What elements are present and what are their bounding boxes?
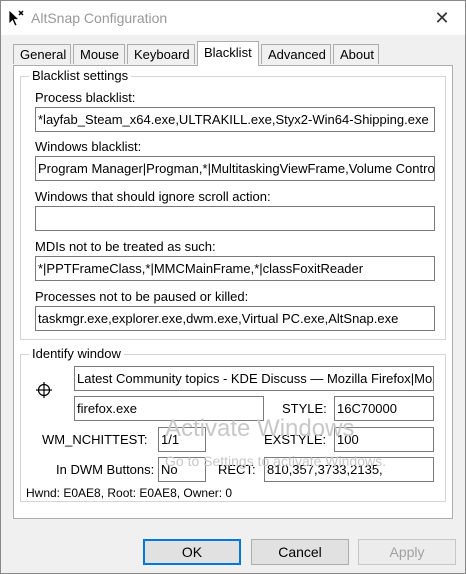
blacklist-page: Blacklist settings Process blacklist: *l…	[13, 65, 453, 519]
tab-mouse[interactable]: Mouse	[73, 44, 125, 64]
blacklist-settings-legend: Blacklist settings	[29, 68, 132, 83]
windows-blacklist-field[interactable]: Program Manager|Progman,*|MultitaskingVi…	[35, 156, 435, 181]
tab-about[interactable]: About	[333, 44, 379, 64]
tab-blacklist[interactable]: Blacklist	[197, 41, 259, 66]
nchittest-label: WM_NCHITTEST:	[42, 432, 148, 447]
title-bar[interactable]: AltSnap Configuration ✕	[1, 1, 465, 35]
cursor-icon	[7, 9, 25, 27]
hwnd-info: Hwnd: E0AE8, Root: E0AE8, Owner: 0	[26, 486, 233, 500]
ok-button[interactable]: OK	[143, 539, 241, 565]
window-title: AltSnap Configuration	[31, 10, 168, 26]
process-blacklist-label: Process blacklist:	[35, 90, 136, 105]
no-pause-label: Processes not to be paused or killed:	[35, 289, 249, 304]
activation-watermark-title: Activate Windows	[165, 415, 355, 442]
apply-button[interactable]: Apply	[358, 539, 456, 565]
tab-general[interactable]: General	[13, 44, 71, 64]
mdi-label: MDIs not to be treated as such:	[35, 239, 216, 254]
tab-keyboard[interactable]: Keyboard	[127, 44, 195, 64]
identify-window-legend: Identify window	[29, 346, 124, 361]
mdi-field[interactable]: *|PPTFrameClass,*|MMCMainFrame,*|classFo…	[35, 256, 435, 281]
window-title-field[interactable]: Latest Community topics - KDE Discuss — …	[74, 366, 434, 391]
windows-blacklist-label: Windows blacklist:	[35, 139, 142, 154]
app-window: AltSnap Configuration ✕ General Mouse Ke…	[0, 0, 466, 574]
scroll-ignore-field[interactable]	[35, 206, 435, 231]
blacklist-settings-group: Blacklist settings Process blacklist: *l…	[20, 68, 446, 340]
close-icon[interactable]: ✕	[419, 1, 465, 35]
cancel-button[interactable]: Cancel	[251, 539, 349, 565]
scroll-ignore-label: Windows that should ignore scroll action…	[35, 189, 271, 204]
style-label: STYLE:	[282, 401, 327, 416]
process-blacklist-field[interactable]: *layfab_Steam_x64.exe,ULTRAKILL.exe,Styx…	[35, 107, 435, 132]
dwm-buttons-label: In DWM Buttons:	[56, 462, 155, 477]
tab-advanced[interactable]: Advanced	[261, 44, 331, 64]
no-pause-field[interactable]: taskmgr.exe,explorer.exe,dwm.exe,Virtual…	[35, 306, 435, 331]
crosshair-icon[interactable]	[36, 382, 52, 398]
activation-watermark-text: Go to Settings to activate Windows.	[165, 453, 386, 469]
